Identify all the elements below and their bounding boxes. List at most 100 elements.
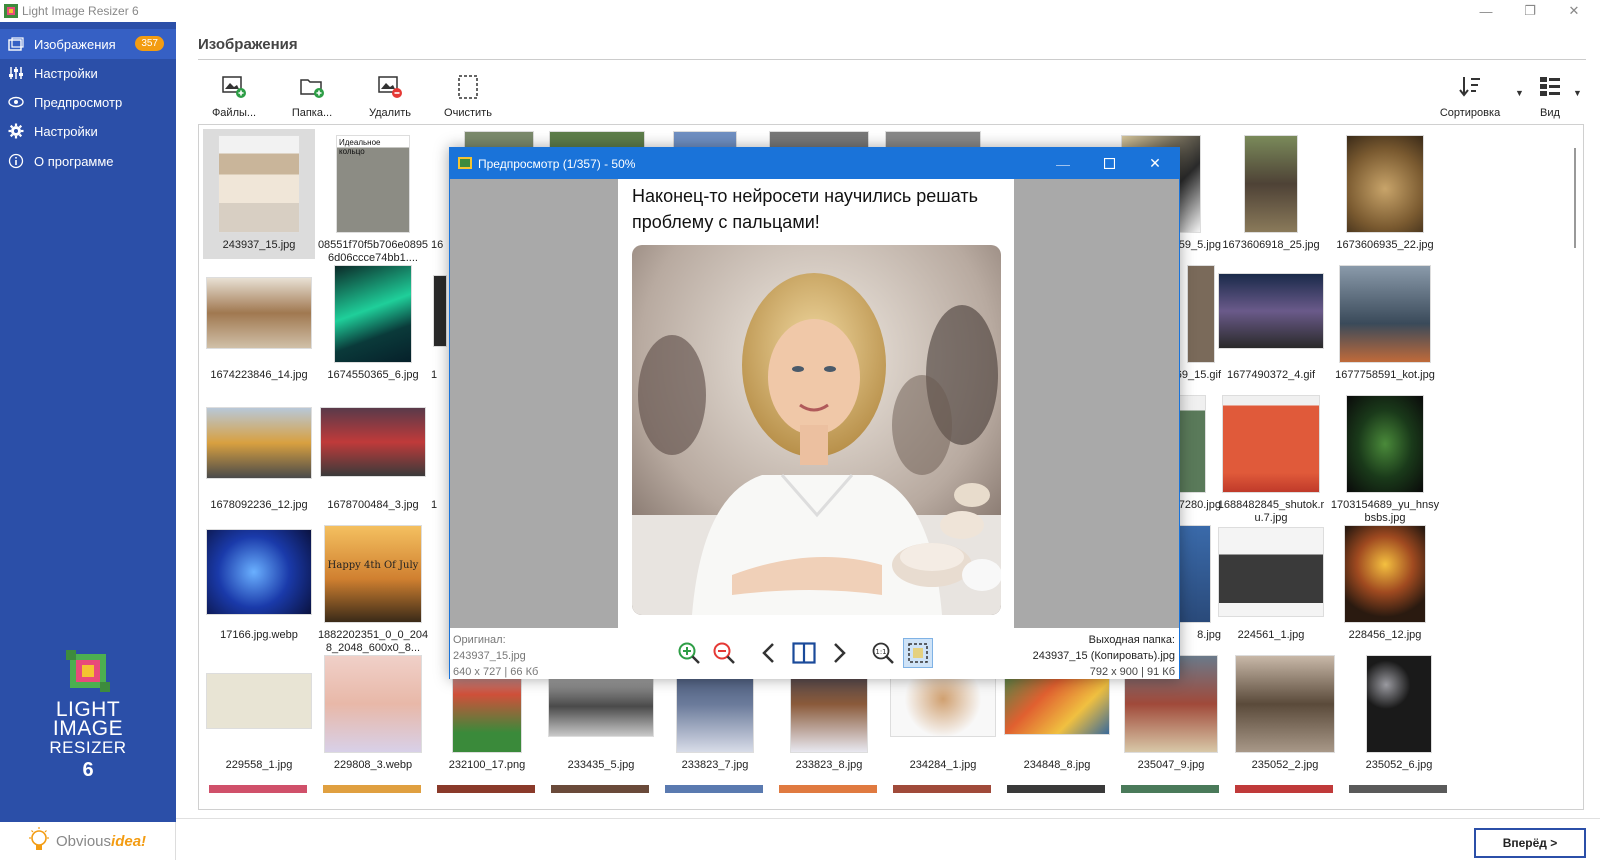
restore-button[interactable]: ❐ xyxy=(1508,0,1552,22)
file-name: 17166.jpg.webp xyxy=(220,629,298,641)
preview-minimize-button[interactable]: — xyxy=(1040,148,1086,179)
sort-icon xyxy=(1459,77,1480,97)
sidebar-item-options[interactable]: Настройки xyxy=(0,116,176,146)
previous-image-button[interactable] xyxy=(754,638,784,668)
preview-close-button[interactable]: ✕ xyxy=(1132,148,1178,179)
thumbnail-partial xyxy=(893,785,991,793)
preview-maximize-button[interactable] xyxy=(1086,148,1132,179)
zoom-out-button[interactable] xyxy=(709,638,739,668)
add-folder-icon xyxy=(300,79,324,98)
fit-window-icon xyxy=(908,643,928,663)
image-tile[interactable]: 229558_1.jpg xyxy=(203,649,315,779)
image-tile[interactable]: 1678700484_3.jpg xyxy=(317,389,429,519)
zoom-actual-size-icon: 1:1 xyxy=(872,642,894,664)
logo-version: 6 xyxy=(82,759,94,781)
file-name: 229558_1.jpg xyxy=(225,759,293,771)
file-name: 235047_9.jpg xyxy=(1137,759,1205,771)
sidebar-item-settings[interactable]: Настройки xyxy=(0,58,176,88)
thumbnail-caption: Идеальное кольцо xyxy=(339,138,381,156)
image-tile[interactable]: 243937_15.jpg xyxy=(203,129,315,259)
scrollbar-thumb[interactable] xyxy=(1574,148,1576,248)
minimize-button[interactable]: — xyxy=(1464,0,1508,22)
remove-button[interactable]: Удалить xyxy=(355,74,425,119)
close-button[interactable]: ✕ xyxy=(1552,0,1596,22)
brand-footer[interactable]: Obviousidea! xyxy=(0,822,176,860)
add-image-icon xyxy=(222,76,246,98)
sidebar-item-label: Изображения xyxy=(34,36,116,52)
view-dropdown-icon[interactable]: ▼ xyxy=(1573,88,1582,98)
next-image-button[interactable] xyxy=(824,638,854,668)
file-name: 233435_5.jpg xyxy=(567,759,635,771)
image-tile[interactable]: 1673606935_22.jpg xyxy=(1329,129,1441,259)
image-tile[interactable]: 1703154689_yu_hnsybsbs.jpg xyxy=(1329,389,1441,524)
image-tile[interactable]: 224561_1.jpg xyxy=(1215,519,1327,649)
file-name: 233823_7.jpg xyxy=(681,759,749,771)
image-tile[interactable]: 1677758591_kot.jpg xyxy=(1329,259,1441,389)
thumbnail xyxy=(1346,395,1424,493)
file-name: 224561_1.jpg xyxy=(1237,629,1305,641)
thumbnail-partial xyxy=(665,785,763,793)
title-divider xyxy=(198,59,1586,60)
sidebar-item-preview[interactable]: Предпросмотр xyxy=(0,87,176,117)
sidebar: Изображения 357 Настройки Предпросмотр Н… xyxy=(0,22,176,822)
compare-view-button[interactable] xyxy=(789,638,819,668)
actual-size-button[interactable]: 1:1 xyxy=(868,638,898,668)
image-tile[interactable]: Идеальное кольцо 08551f70f5b706e08956d06… xyxy=(317,129,429,264)
preview-window[interactable]: Предпросмотр (1/357) - 50% — ✕ Наконец-т… xyxy=(449,147,1180,679)
image-tile[interactable]: 17166.jpg.webp xyxy=(203,519,315,649)
next-button[interactable]: Вперёд > xyxy=(1474,828,1586,858)
clear-button[interactable]: Очистить xyxy=(433,74,503,119)
preview-title-bar[interactable]: Предпросмотр (1/357) - 50% — ✕ xyxy=(450,148,1179,179)
sort-button[interactable]: Сортировка xyxy=(1435,74,1505,119)
image-tile[interactable]: 1674550365_6.jpg xyxy=(317,259,429,389)
thumbnail xyxy=(1346,135,1424,233)
sidebar-item-label: О программе xyxy=(34,153,114,169)
file-name: 1673606935_22.jpg xyxy=(1336,239,1434,251)
add-folder-label: Папка... xyxy=(291,107,333,119)
file-name: 1677758591_kot.jpg xyxy=(1335,369,1435,381)
thumbnail-partial xyxy=(1349,785,1447,793)
image-tile[interactable]: 1677490372_4.gif xyxy=(1215,259,1327,389)
sidebar-item-label: Настройки xyxy=(34,65,98,81)
original-info: Оригинал: 243937_15.jpg 640 x 727 | 66 К… xyxy=(453,632,538,680)
zoom-in-icon xyxy=(678,642,700,664)
thumbnail-partial xyxy=(779,785,877,793)
preview-info-bar: Оригинал: 243937_15.jpg 640 x 727 | 66 К… xyxy=(450,628,1179,679)
image-tile[interactable]: Happy 4th Of July 1882202351_0_0_2048_20… xyxy=(317,519,429,654)
image-tile[interactable]: 1673606918_25.jpg xyxy=(1215,129,1327,259)
image-tile[interactable]: 1678092236_12.jpg xyxy=(203,389,315,519)
thumbnail: Happy 4th Of July xyxy=(324,525,422,623)
image-tile[interactable]: 235052_2.jpg xyxy=(1229,649,1341,779)
thumbnail xyxy=(1175,525,1211,623)
fit-to-window-button[interactable] xyxy=(903,638,933,668)
image-tile[interactable]: 1674223846_14.jpg xyxy=(203,259,315,389)
thumbnail-partial xyxy=(1235,785,1333,793)
add-files-label: Файлы... xyxy=(211,107,257,119)
sidebar-item-images[interactable]: Изображения 357 xyxy=(0,29,176,59)
image-tile[interactable]: 229808_3.webp xyxy=(317,649,429,779)
image-tile[interactable]: 228456_12.jpg xyxy=(1329,519,1441,649)
file-name: 1674550365_6.jpg xyxy=(327,369,419,381)
zoom-in-button[interactable] xyxy=(674,638,704,668)
thumbnail-partial xyxy=(1007,785,1105,793)
sidebar-item-about[interactable]: О программе xyxy=(0,146,176,176)
grid-scrollbar[interactable] xyxy=(1568,126,1582,808)
add-folder-button[interactable]: Папка... xyxy=(277,74,347,119)
remove-image-icon xyxy=(378,76,402,98)
eye-icon xyxy=(8,94,24,110)
clear-label: Очистить xyxy=(444,107,492,119)
image-tile[interactable]: 235052_6.jpg xyxy=(1343,649,1455,779)
thumbnail xyxy=(320,407,426,477)
add-files-button[interactable]: Файлы... xyxy=(199,74,269,119)
clear-selection-icon xyxy=(458,75,478,99)
thumbnail xyxy=(1187,265,1215,363)
lightbulb-icon xyxy=(29,827,49,850)
file-name: 243937_15.jpg xyxy=(222,239,296,251)
thumbnail xyxy=(1339,265,1431,363)
file-name: 1677490372_4.gif xyxy=(1226,369,1316,381)
image-tile[interactable]: 1688482845_shutok.ru.7.jpg xyxy=(1215,389,1327,524)
output-filename: 243937_15 (Копировать).jpg xyxy=(1032,650,1175,662)
chevron-left-icon xyxy=(762,643,774,663)
thumbnail-partial xyxy=(1121,785,1219,793)
thumbnail xyxy=(334,265,412,363)
